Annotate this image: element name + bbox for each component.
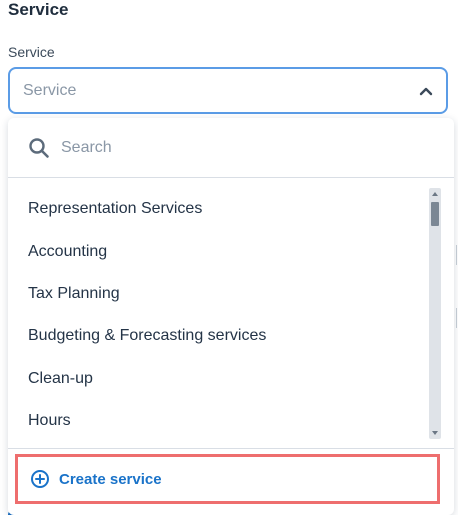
service-option[interactable]: Clean-up [8, 358, 423, 400]
service-options-list: Representation Services Accounting Tax P… [8, 188, 423, 440]
create-service-button[interactable]: Create service [15, 454, 440, 504]
background-divider [456, 245, 457, 265]
service-option[interactable]: Representation Services [8, 188, 423, 230]
dropdown-search-input[interactable] [59, 137, 403, 158]
search-icon [28, 137, 50, 159]
service-option[interactable]: Tax Planning [8, 273, 423, 315]
scroll-down-arrow-icon[interactable] [432, 431, 438, 435]
service-dropdown-panel: Representation Services Accounting Tax P… [8, 118, 454, 515]
section-title: Service [8, 0, 69, 19]
service-field-label: Service [8, 44, 55, 60]
create-service-label: Create service [59, 470, 162, 488]
options-scrollbar[interactable] [429, 188, 441, 439]
scrollbar-thumb[interactable] [431, 202, 439, 226]
dropdown-search-row [8, 118, 454, 178]
service-select-placeholder: Service [23, 81, 77, 99]
scroll-up-arrow-icon[interactable] [432, 192, 438, 196]
service-option[interactable]: Accounting [8, 230, 423, 272]
service-select[interactable]: Service [8, 67, 448, 114]
plus-circle-icon [30, 469, 50, 489]
dropdown-footer-divider [8, 448, 454, 449]
service-option[interactable]: Budgeting & Forecasting services [8, 315, 423, 357]
chevron-up-icon[interactable] [418, 83, 434, 99]
background-divider [456, 308, 457, 328]
service-option[interactable]: Hours [8, 400, 423, 440]
